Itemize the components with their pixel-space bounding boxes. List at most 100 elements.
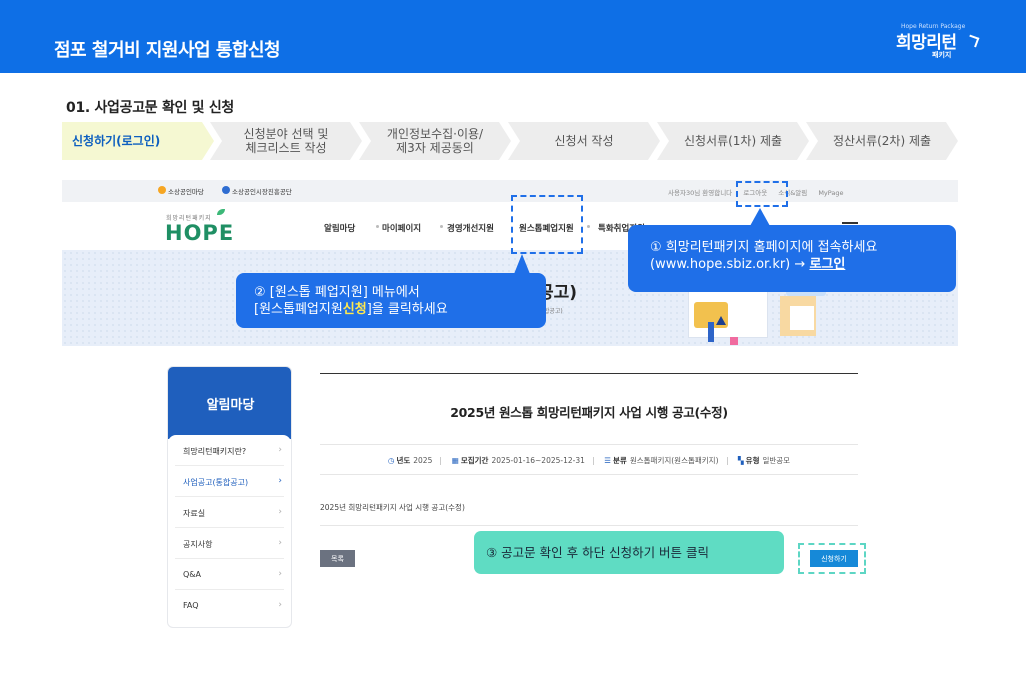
illustration-block [730,337,738,345]
semas-logo-icon [222,186,230,194]
utility-bar: 소상공인마당 소상공인시장진흥공단 사용자30님 환영합니다 로그아웃 소식&알… [62,180,958,202]
sbiz-logo-icon [158,186,166,194]
clock-icon: ◷ [387,456,395,465]
post-title: 2025년 원스톱 희망리턴패키지 사업 시행 공고(수정) [450,405,728,420]
callout-1-login: 로그인 [809,257,846,272]
chevron-right-icon: › [278,445,282,455]
chevron-right-icon: › [278,476,282,486]
side-nav-item-announcement[interactable]: 사업공고(통합공고) › [175,466,284,497]
brand-logo-sub: 패키지 [932,51,952,59]
util-link-sbiz[interactable]: 소상공인마당 [168,186,204,196]
meta-period-label: 모집기간 [460,456,489,465]
section-title: 01. 사업공고문 확인 및 신청 [66,100,234,116]
step-label: 신청하기(로그인) [72,134,161,148]
meta-period: ▦ 모집기간 2025-01-16~2025-12-31 [452,455,585,466]
grid-icon: ▚ [737,456,744,465]
side-nav: 알림마당 희망리턴패키지란? › 사업공고(통합공고) › 자료실 › 공지사항 › Q… [167,366,292,628]
meta-category: ☰ 분류 원스톱패키지(원스톱패키지) [604,455,718,466]
meta-type-value: 일반공모 [762,456,791,465]
callout-1-url: (www.hope.sbiz.or.kr) → [650,257,806,272]
meta-divider [320,474,858,475]
post-body: 2025년 희망리턴패키지 사업 시행 공고(수정) [320,503,465,512]
up-arrow-icon [716,316,726,325]
list-icon: ☰ [604,456,612,465]
side-nav-item-label: 공지사항 [183,540,213,549]
step-2: 신청분야 선택 및 체크리스트 작성 [210,122,362,160]
body-divider [320,525,858,526]
meta-divider [320,444,858,445]
step-progress: 신청하기(로그인) 신청분야 선택 및 체크리스트 작성 개인정보수집·이용/ … [62,122,958,160]
util-link-semas[interactable]: 소상공인시장진흥공단 [232,186,292,196]
callout-1: ① 희망리턴패키지 홈페이지에 접속하세요 (www.hope.sbiz.or.… [628,225,956,292]
step-5: 신청서류(1차) 제출 [657,122,809,160]
side-nav-item-notice[interactable]: 공지사항 › [175,528,284,559]
post-meta: ◷ 년도 2025 ▦ 모집기간 2025-01-16~2025-12-31 ☰ 분류 원스… [320,455,858,466]
chevron-right-icon: › [278,600,282,610]
content-divider [320,373,858,374]
callout-2-highlight: 신청 [342,302,367,317]
callout-1-line1: ① 희망리턴패키지 홈페이지에 접속하세요 [650,240,878,255]
meta-type-label: 유형 [745,456,760,465]
step-label: 신청분야 선택 및 체크리스트 작성 [243,127,329,155]
meta-separator [726,457,728,465]
nav-separator [587,225,590,228]
callout-2-pointer [514,254,530,274]
side-nav-item-resources[interactable]: 자료실 › [175,497,284,528]
side-nav-item-faq[interactable]: FAQ › [175,590,284,621]
side-nav-item-label: FAQ [183,601,199,610]
menu-icon[interactable] [842,222,858,224]
calendar-icon: ▦ [451,456,459,465]
step-label: 신청서 작성 [554,134,614,148]
mypage-link[interactable]: MyPage [818,189,843,197]
nav-separator [376,225,379,228]
nav-separator [440,225,443,228]
side-nav-item-label: Q&A [183,570,202,579]
nav-mypage[interactable]: 마이페이지 [382,222,421,234]
side-nav-list: 희망리턴패키지란? › 사업공고(통합공고) › 자료실 › 공지사항 › Q&A › F… [168,435,291,621]
side-nav-item-about[interactable]: 희망리턴패키지란? › [175,435,284,466]
callout-2-text-a: [원스톱폐업지원 [254,302,343,317]
meta-period-value: 2025-01-16~2025-12-31 [491,456,585,465]
nav-notice[interactable]: 알림마당 [324,222,355,234]
chevron-right-icon: › [278,569,282,579]
side-nav-item-qna[interactable]: Q&A › [175,559,284,590]
leaf-icon [217,209,225,215]
illustration-bar [708,322,714,342]
meta-year-label: 년도 [396,456,411,465]
side-nav-title: 알림마당 [168,367,291,439]
meta-separator [440,457,442,465]
step-label: 신청서류(1차) 제출 [683,134,783,148]
highlight-logout-link [736,181,788,207]
hope-logo[interactable]: HOPE [165,221,234,245]
step-label: 정산서류(2차) 제출 [832,134,932,148]
chevron-right-icon: › [278,538,282,548]
list-button[interactable]: 목록 [320,550,355,567]
meta-type: ▚ 유형 일반공모 [738,455,790,466]
meta-separator [592,457,594,465]
meta-category-label: 분류 [613,456,627,465]
meta-year: ◷ 년도 2025 [388,455,432,466]
step-4: 신청서 작성 [508,122,660,160]
illustration-paper [790,306,814,330]
step-1: 신청하기(로그인) [62,122,214,160]
step-label: 개인정보수집·이용/ 제3자 제공동의 [386,127,484,155]
highlight-onestop-menu [511,195,583,254]
welcome-text: 사용자30님 환영합니다 [668,189,733,197]
step-6: 정산서류(2차) 제출 [806,122,958,160]
side-nav-item-label: 자료실 [183,509,206,518]
side-nav-item-label: 희망리턴패키지란? [183,447,247,456]
step-3: 개인정보수집·이용/ 제3자 제공동의 [359,122,511,160]
callout-2: ② [원스톱 폐업지원] 메뉴에서 [원스톱폐업지원신청]을 클릭하세요 [236,273,546,328]
nav-management[interactable]: 경영개선지원 [447,222,494,234]
side-nav-item-label: 사업공고(통합공고) [183,478,249,487]
callout-1-line2: (www.hope.sbiz.or.kr) → 로그인 [650,256,956,273]
chevron-right-icon: › [278,507,282,517]
callout-3: ③ 공고문 확인 후 하단 신청하기 버튼 클릭 [474,531,784,574]
callout-1-pointer [750,208,770,226]
meta-year-value: 2025 [413,456,433,465]
callout-2-line1: ② [원스톱 폐업지원] 메뉴에서 [254,285,420,300]
callout-2-line2: [원스톱폐업지원신청]을 클릭하세요 [254,301,546,318]
callout-2-text-b: ]을 클릭하세요 [366,302,448,317]
highlight-apply-button [798,543,866,574]
page-title: 점포 철거비 지원사업 통합신청 [54,40,281,61]
